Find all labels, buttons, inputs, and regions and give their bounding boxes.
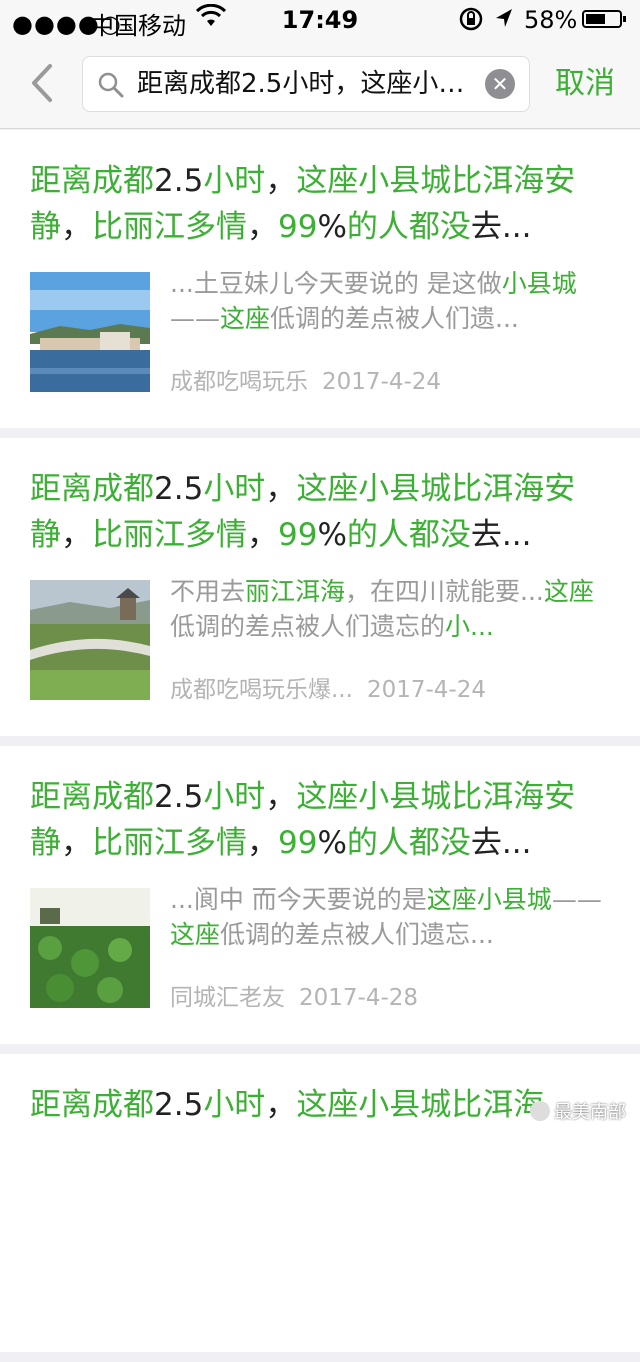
result-title[interactable]: 距离成都2.5小时，这座小县城比洱海 bbox=[30, 1082, 610, 1174]
text-segment: 低调的差点被人们遗... bbox=[270, 304, 519, 333]
text-segment: 去... bbox=[471, 517, 532, 553]
status-bar: ●●●●○ 中国移动 17:49 58% bbox=[0, 0, 640, 40]
text-segment: 2.5 bbox=[154, 471, 203, 507]
text-segment: 99 bbox=[278, 517, 317, 553]
result-meta: 同城汇老友 2017-4-28 bbox=[170, 978, 418, 1012]
text-segment: 比丽江多情 bbox=[92, 825, 247, 861]
search-results-list: 距离成都2.5小时，这座小县城比洱海安静，比丽江多情，99%的人都没去.....… bbox=[0, 130, 640, 1362]
result-snippet: ...阆中 而今天要说的是这座小县城—— 这座低调的差点被人们遗忘... bbox=[170, 882, 610, 952]
search-query-text: 距离成都2.5小时，这座小县城比洱海安静，比丽江多情，99%的人都没去过 bbox=[137, 67, 477, 101]
result-date: 2017-4-24 bbox=[367, 677, 486, 703]
text-segment: 比丽江多情 bbox=[92, 517, 247, 553]
watermark-text: 最美南部 bbox=[554, 1098, 626, 1124]
result-date: 2017-4-28 bbox=[299, 985, 418, 1011]
result-source: 成都吃喝玩乐 bbox=[170, 369, 308, 395]
text-segment: 的人都没 bbox=[347, 209, 471, 245]
battery-percent: 58% bbox=[524, 6, 577, 34]
result-source: 同城汇老友 bbox=[170, 985, 285, 1011]
text-segment: 小时 bbox=[203, 471, 265, 507]
text-segment: 这座小县城 bbox=[427, 885, 552, 914]
text-segment: 丽江洱海 bbox=[245, 577, 345, 606]
text-segment: 2.5 bbox=[154, 779, 203, 815]
result-title[interactable]: 距离成都2.5小时，这座小县城比洱海安静，比丽江多情，99%的人都没去... bbox=[30, 158, 610, 250]
search-result-card[interactable]: 距离成都2.5小时，这座小县城比洱海安静，比丽江多情，99%的人都没去.....… bbox=[0, 746, 640, 1044]
text-segment: 的人都没 bbox=[347, 825, 471, 861]
location-arrow-icon bbox=[492, 6, 516, 38]
back-button[interactable] bbox=[22, 58, 66, 108]
text-segment: 小时 bbox=[203, 1087, 265, 1123]
text-segment: 距离成都 bbox=[30, 779, 154, 815]
text-segment: 距离成都 bbox=[30, 1087, 154, 1123]
text-segment: 2.5 bbox=[154, 163, 203, 199]
result-snippet: 不用去丽江洱海，在四川就能要...这座低调的差点被人们遗忘的小... bbox=[170, 574, 610, 644]
result-date: 2017-4-24 bbox=[322, 369, 441, 395]
text-segment: ， bbox=[61, 517, 92, 553]
text-segment: 这座 bbox=[170, 920, 220, 949]
text-segment: 低调的差点被人们遗忘的 bbox=[170, 612, 445, 641]
text-segment: ， bbox=[265, 1087, 296, 1123]
text-segment: 的人都没 bbox=[347, 517, 471, 553]
text-segment: 小时 bbox=[203, 163, 265, 199]
text-segment: % bbox=[317, 825, 346, 861]
text-segment: 小... bbox=[445, 612, 494, 641]
text-segment: ，在四川就能要... bbox=[345, 577, 544, 606]
text-segment: ...阆中 而今天要说的是 bbox=[170, 885, 427, 914]
result-source: 成都吃喝玩乐爆... bbox=[170, 677, 353, 703]
search-icon bbox=[97, 71, 125, 103]
text-segment: 去... bbox=[471, 209, 532, 245]
text-segment: 小时 bbox=[203, 779, 265, 815]
text-segment: ， bbox=[265, 471, 296, 507]
search-result-card[interactable]: 距离成都2.5小时，这座小县城比洱海安静，比丽江多情，99%的人都没去... 不用… bbox=[0, 438, 640, 736]
result-title[interactable]: 距离成都2.5小时，这座小县城比洱海安静，比丽江多情，99%的人都没去... bbox=[30, 466, 610, 558]
text-segment: 去... bbox=[471, 825, 532, 861]
result-snippet: ...土豆妹儿今天要说的 是这做小县城 ——这座低调的差点被人们遗... bbox=[170, 266, 610, 336]
result-thumbnail[interactable] bbox=[30, 272, 150, 392]
text-segment: ， bbox=[61, 209, 92, 245]
text-segment: 低调的差点被人们遗忘... bbox=[220, 920, 494, 949]
text-segment: 不用去 bbox=[170, 577, 245, 606]
text-segment: % bbox=[317, 517, 346, 553]
rotation-lock-icon bbox=[458, 6, 484, 38]
text-segment: ， bbox=[247, 209, 278, 245]
text-segment: ， bbox=[265, 779, 296, 815]
text-segment: ， bbox=[247, 517, 278, 553]
result-title[interactable]: 距离成都2.5小时，这座小县城比洱海安静，比丽江多情，99%的人都没去... bbox=[30, 774, 610, 866]
text-segment: ...土豆妹儿今天要说的 是这做 bbox=[170, 269, 502, 298]
search-header: 距离成都2.5小时，这座小县城比洱海安静，比丽江多情，99%的人都没去过 ✕ 取… bbox=[0, 40, 640, 129]
text-segment: 99 bbox=[278, 209, 317, 245]
clear-icon[interactable]: ✕ bbox=[485, 69, 515, 99]
text-segment: 距离成都 bbox=[30, 163, 154, 199]
text-segment: % bbox=[317, 209, 346, 245]
search-result-card[interactable]: 距离成都2.5小时，这座小县城比洱海安静，比丽江多情，99%的人都没去.....… bbox=[0, 130, 640, 428]
text-segment: 这座 bbox=[544, 577, 594, 606]
text-segment: 比丽江多情 bbox=[92, 209, 247, 245]
text-segment: ， bbox=[247, 825, 278, 861]
chevron-left-icon bbox=[22, 58, 66, 108]
text-segment: —— bbox=[552, 885, 602, 914]
result-thumbnail[interactable] bbox=[30, 888, 150, 1008]
text-segment: ， bbox=[265, 163, 296, 199]
text-segment: 距离成都 bbox=[30, 471, 154, 507]
cancel-button[interactable]: 取消 bbox=[540, 62, 630, 106]
battery-level bbox=[586, 14, 605, 24]
result-thumbnail[interactable] bbox=[30, 580, 150, 700]
text-segment: 小县城 bbox=[502, 269, 577, 298]
result-meta: 成都吃喝玩乐 2017-4-24 bbox=[170, 362, 441, 396]
text-segment: 这座 bbox=[220, 304, 270, 333]
watermark: 最美南部 bbox=[530, 1098, 626, 1124]
text-segment: —— bbox=[170, 304, 220, 333]
wechat-logo-icon bbox=[530, 1101, 550, 1121]
battery-icon bbox=[582, 10, 622, 28]
result-meta: 成都吃喝玩乐爆... 2017-4-24 bbox=[170, 670, 486, 704]
text-segment: 这座小县城比洱海 bbox=[296, 1087, 544, 1123]
text-segment: ， bbox=[61, 825, 92, 861]
search-input[interactable]: 距离成都2.5小时，这座小县城比洱海安静，比丽江多情，99%的人都没去过 ✕ bbox=[82, 56, 530, 112]
text-segment: 2.5 bbox=[154, 1087, 203, 1123]
text-segment: 99 bbox=[278, 825, 317, 861]
